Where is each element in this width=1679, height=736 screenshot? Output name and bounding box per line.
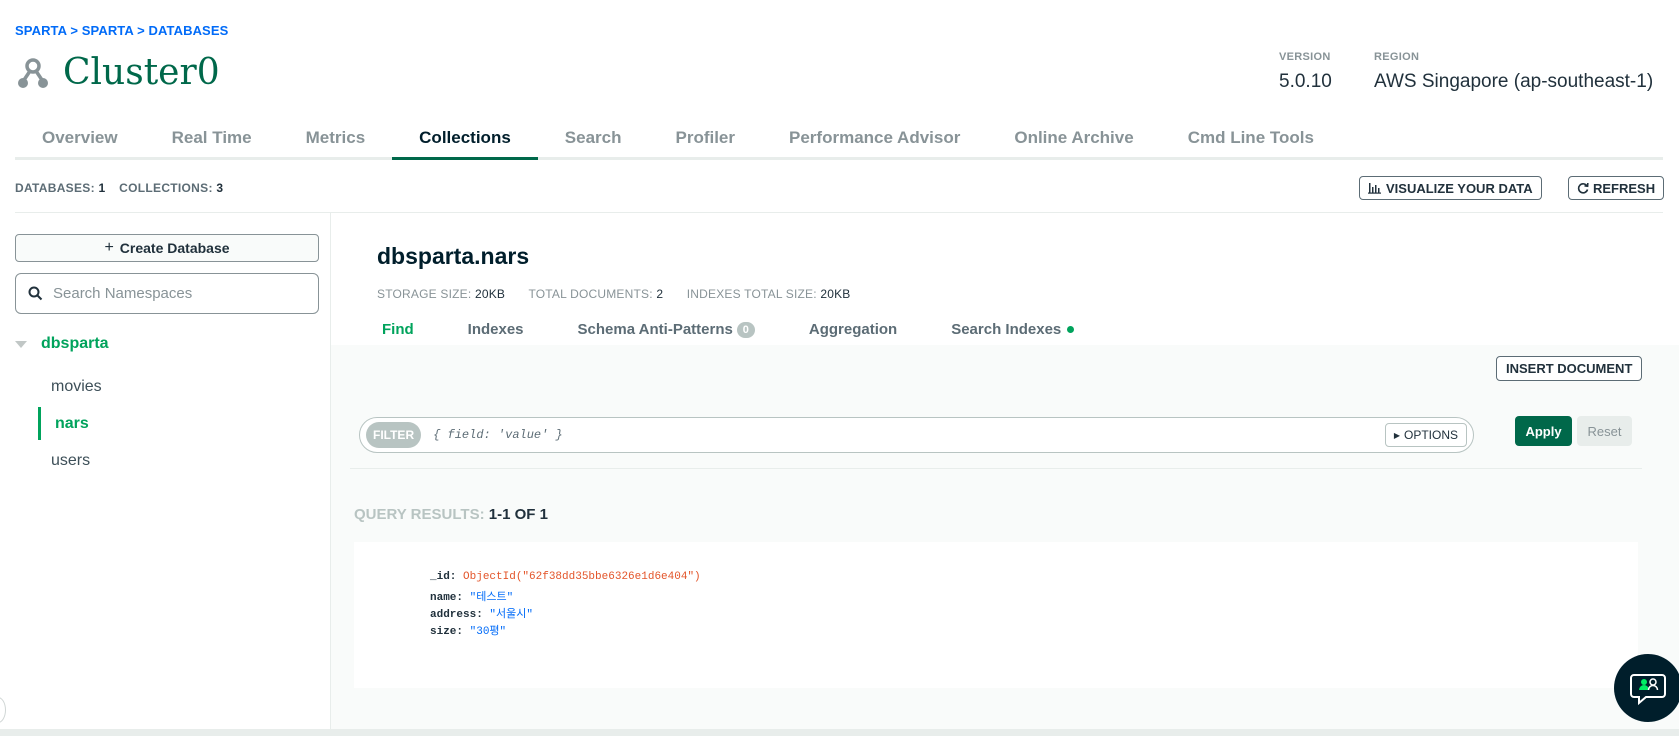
tab-profiler[interactable]: Profiler xyxy=(648,118,762,157)
collections-count: 3 xyxy=(216,181,224,195)
status-dot-icon xyxy=(1067,326,1075,333)
tab-aggregation-label: Aggregation xyxy=(808,321,898,338)
visualize-data-label: VISUALIZE YOUR DATA xyxy=(1386,180,1533,196)
indexes-size-label: INDEXES TOTAL SIZE: xyxy=(686,287,817,301)
namespace-title: dbsparta.nars xyxy=(377,243,530,269)
field-value: "테스트" xyxy=(469,592,514,604)
collection-tabs: Find Indexes Schema Anti-Patterns 0 Aggr… xyxy=(355,318,1101,341)
sidebar-database-dbsparta[interactable]: dbsparta xyxy=(15,335,109,353)
tab-search[interactable]: Search xyxy=(538,118,649,157)
collections-label: COLLECTIONS: xyxy=(119,181,213,195)
caret-right-icon: ▶ xyxy=(1393,430,1400,440)
filter-input[interactable] xyxy=(433,428,1394,442)
collapse-sidebar-handle[interactable] xyxy=(0,697,6,723)
chat-icon xyxy=(1630,674,1666,706)
filter-bar: FILTER ▶ OPTIONS xyxy=(359,417,1474,453)
insert-document-button[interactable]: INSERT DOCUMENT xyxy=(1496,356,1643,381)
create-database-button[interactable]: + Create Database xyxy=(15,234,319,262)
tab-collections[interactable]: Collections xyxy=(392,118,538,160)
field-value: "서울시" xyxy=(489,609,533,621)
namespace-search xyxy=(15,273,319,314)
tab-metrics[interactable]: Metrics xyxy=(279,118,393,157)
schema-count-badge: 0 xyxy=(736,321,755,338)
indexes-size-value: 20KB xyxy=(820,287,851,301)
version-value: 5.0.10 xyxy=(1279,71,1332,92)
tab-indexes[interactable]: Indexes xyxy=(441,318,551,341)
tab-online-archive[interactable]: Online Archive xyxy=(987,118,1160,157)
refresh-label: REFRESH xyxy=(1593,180,1656,196)
sidebar-collection-movies[interactable]: movies xyxy=(51,378,102,396)
tab-overview[interactable]: Overview xyxy=(15,118,145,157)
cluster-title: Cluster0 xyxy=(63,52,220,93)
tab-indexes-label: Indexes xyxy=(467,321,524,338)
version-label: VERSION xyxy=(1279,51,1331,63)
refresh-icon xyxy=(1577,182,1589,194)
refresh-button[interactable]: REFRESH xyxy=(1568,176,1665,200)
active-collection-indicator xyxy=(38,407,41,440)
document-card[interactable]: _id: ObjectId("62f38dd35bbe6326e1d6e404"… xyxy=(354,542,1638,688)
tab-search-indexes[interactable]: Search Indexes xyxy=(924,318,1101,341)
region-block: REGION AWS Singapore (ap-southeast-1) xyxy=(1374,51,1653,93)
document-field-id: _id: ObjectId("62f38dd35bbe6326e1d6e404"… xyxy=(430,571,701,583)
cluster-header: Cluster0 xyxy=(15,52,220,93)
bar-chart-icon xyxy=(1368,183,1381,194)
filter-label: FILTER xyxy=(366,422,422,448)
storage-size-value: 20KB xyxy=(474,287,506,301)
query-results-summary: QUERY RESULTS: 1-1 OF 1 xyxy=(354,506,548,523)
apply-button[interactable]: Apply xyxy=(1515,416,1572,446)
plus-icon: + xyxy=(104,239,114,256)
visualize-data-button[interactable]: VISUALIZE YOUR DATA xyxy=(1359,176,1542,200)
tab-find-label: Find xyxy=(382,321,414,338)
search-icon xyxy=(28,286,43,301)
query-results-label: QUERY RESULTS: xyxy=(354,506,485,523)
field-key: size: xyxy=(430,626,464,638)
namespace-stats: STORAGE SIZE: 20KB TOTAL DOCUMENTS: 2 IN… xyxy=(377,287,871,301)
options-label: OPTIONS xyxy=(1403,428,1458,442)
document-field-name: name: "테스트" xyxy=(430,588,513,604)
storage-size-label: STORAGE SIZE: xyxy=(377,287,472,301)
options-button[interactable]: ▶ OPTIONS xyxy=(1384,423,1467,447)
field-key: _id: xyxy=(430,571,457,583)
field-key: address: xyxy=(430,609,483,621)
document-field-size: size: "30평" xyxy=(430,622,506,638)
query-results-count: 1-1 OF 1 xyxy=(488,506,548,523)
tab-real-time[interactable]: Real Time xyxy=(145,118,279,157)
total-documents-value: 2 xyxy=(656,287,664,301)
sidebar-collection-users[interactable]: users xyxy=(51,452,90,470)
tab-aggregation[interactable]: Aggregation xyxy=(782,318,924,341)
document-field-address: address: "서울시" xyxy=(430,605,533,621)
region-value: AWS Singapore (ap-southeast-1) xyxy=(1374,71,1654,92)
breadcrumb[interactable]: SPARTA > SPARTA > DATABASES xyxy=(15,23,228,38)
filter-divider xyxy=(350,468,1642,469)
main-tabs: Overview Real Time Metrics Collections S… xyxy=(15,118,1663,160)
reset-button[interactable]: Reset xyxy=(1577,416,1632,446)
field-key: name: xyxy=(430,592,464,604)
field-value: ObjectId("62f38dd35bbe6326e1d6e404") xyxy=(463,571,701,583)
tab-search-indexes-label: Search Indexes xyxy=(951,321,1062,338)
total-documents-label: TOTAL DOCUMENTS: xyxy=(528,287,653,301)
tab-performance-advisor[interactable]: Performance Advisor xyxy=(762,118,987,157)
cluster-stats: DATABASES: 1 COLLECTIONS: 3 xyxy=(15,181,233,195)
tab-cmd-line-tools[interactable]: Cmd Line Tools xyxy=(1161,118,1341,157)
tab-find[interactable]: Find xyxy=(355,318,441,341)
chat-support-button[interactable] xyxy=(1614,654,1679,722)
header-divider xyxy=(15,212,1663,213)
sidebar-collection-nars[interactable]: nars xyxy=(55,415,89,433)
region-label: REGION xyxy=(1374,51,1420,63)
tab-schema-anti-patterns[interactable]: Schema Anti-Patterns 0 xyxy=(551,318,782,341)
tab-schema-label: Schema Anti-Patterns xyxy=(577,321,733,338)
create-database-label: Create Database xyxy=(119,240,230,256)
search-namespaces-input[interactable] xyxy=(53,285,303,302)
bottom-scrollbar[interactable] xyxy=(0,729,1679,736)
cluster-icon xyxy=(18,57,48,88)
field-value: "30평" xyxy=(469,626,507,638)
caret-down-icon[interactable] xyxy=(15,340,27,348)
databases-label: DATABASES: xyxy=(15,181,95,195)
version-block: VERSION 5.0.10 xyxy=(1279,51,1332,93)
databases-count: 1 xyxy=(98,181,106,195)
database-name: dbsparta xyxy=(41,335,109,352)
